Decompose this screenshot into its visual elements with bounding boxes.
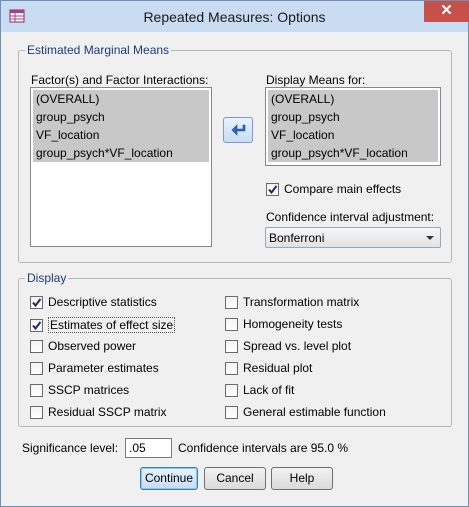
spread-vs-level-plot-box[interactable]: [225, 339, 238, 353]
lack-of-fit-label: Lack of fit: [243, 383, 295, 397]
estimates-of-effect-size-box[interactable]: [30, 318, 43, 332]
spread-vs-level-plot-checkbox[interactable]: Spread vs. level plot: [225, 339, 351, 353]
residual-plot-box[interactable]: [225, 361, 238, 375]
chevron-down-icon: [426, 236, 434, 240]
descriptive-statistics-checkbox[interactable]: Descriptive statistics: [30, 295, 157, 309]
factor-list-item[interactable]: (OVERALL): [33, 90, 209, 108]
residual-plot-checkbox[interactable]: Residual plot: [225, 361, 312, 375]
observed-power-checkbox[interactable]: Observed power: [30, 339, 136, 353]
parameter-estimates-box[interactable]: [30, 361, 43, 375]
display-means-listbox[interactable]: (OVERALL) group_psych VF_location group_psy…: [265, 87, 441, 166]
help-button[interactable]: Help: [271, 467, 333, 490]
parameter-estimates-checkbox[interactable]: Parameter estimates: [30, 361, 159, 375]
homogeneity-tests-label: Homogeneity tests: [243, 317, 343, 331]
descriptive-statistics-label: Descriptive statistics: [48, 295, 157, 309]
sscp-matrices-checkbox[interactable]: SSCP matrices: [30, 383, 129, 397]
estimates-of-effect-size-label: Estimates of effect size: [48, 317, 176, 333]
compare-main-effects-box[interactable]: [266, 182, 279, 196]
display-legend: Display: [27, 271, 67, 285]
compare-main-effects-label: Compare main effects: [284, 182, 402, 196]
continue-button[interactable]: Continue: [140, 467, 198, 490]
display-means-label: Display Means for:: [266, 73, 366, 87]
general-estimable-function-label: General estimable function: [243, 405, 386, 419]
residual-sscp-matrix-label: Residual SSCP matrix: [48, 405, 167, 419]
general-estimable-function-checkbox[interactable]: General estimable function: [225, 405, 386, 419]
descriptive-statistics-box[interactable]: [30, 295, 43, 309]
ci-adjustment-label: Confidence interval adjustment:: [266, 210, 435, 224]
homogeneity-tests-checkbox[interactable]: Homogeneity tests: [225, 317, 342, 331]
significance-label: Significance level:: [22, 441, 119, 455]
transformation-matrix-box[interactable]: [225, 295, 238, 309]
display-means-list-item[interactable]: group_psych: [268, 108, 438, 126]
residual-sscp-matrix-checkbox[interactable]: Residual SSCP matrix: [30, 405, 167, 419]
factors-label: Factor(s) and Factor Interactions:: [31, 73, 209, 87]
homogeneity-tests-box[interactable]: [225, 317, 238, 331]
display-means-list-item[interactable]: VF_location: [268, 126, 438, 144]
general-estimable-function-box[interactable]: [225, 405, 238, 419]
spread-vs-level-plot-label: Spread vs. level plot: [243, 339, 352, 353]
lack-of-fit-box[interactable]: [225, 383, 238, 397]
estimates-of-effect-size-checkbox[interactable]: Estimates of effect size: [30, 317, 176, 333]
ci-text: Confidence intervals are 95.0 %: [178, 441, 349, 455]
residual-plot-label: Residual plot: [243, 361, 313, 375]
observed-power-box[interactable]: [30, 339, 43, 353]
observed-power-label: Observed power: [48, 339, 137, 353]
factor-list-item[interactable]: group_psych: [33, 108, 209, 126]
factor-list-item[interactable]: VF_location: [33, 126, 209, 144]
checkmark-icon: [268, 184, 278, 194]
ci-adjustment-value: Bonferroni: [269, 231, 325, 245]
close-button[interactable]: ✕: [424, 1, 469, 22]
transformation-matrix-label: Transformation matrix: [243, 295, 360, 309]
factors-listbox[interactable]: (OVERALL) group_psych VF_location group_psy…: [30, 87, 212, 247]
sscp-matrices-label: SSCP matrices: [48, 383, 130, 397]
arrow-left-icon: [231, 124, 246, 136]
display-means-list-item[interactable]: (OVERALL): [268, 90, 438, 108]
options-dialog: Repeated Measures: Options ✕ Estimated M…: [0, 0, 469, 507]
display-means-list-item[interactable]: group_psych*VF_location: [268, 144, 438, 162]
sscp-matrices-box[interactable]: [30, 383, 43, 397]
significance-input[interactable]: [125, 438, 172, 458]
checkmark-icon: [32, 297, 42, 307]
title-bar[interactable]: Repeated Measures: Options ✕: [1, 1, 469, 32]
transformation-matrix-checkbox[interactable]: Transformation matrix: [225, 295, 359, 309]
cancel-button[interactable]: Cancel: [204, 467, 266, 490]
residual-sscp-matrix-box[interactable]: [30, 405, 43, 419]
parameter-estimates-label: Parameter estimates: [48, 361, 159, 375]
factor-list-item[interactable]: group_psych*VF_location: [33, 144, 209, 162]
lack-of-fit-checkbox[interactable]: Lack of fit: [225, 383, 294, 397]
ci-adjustment-select[interactable]: Bonferroni: [265, 227, 441, 248]
window-title: Repeated Measures: Options: [143, 9, 326, 25]
move-to-display-button[interactable]: [223, 117, 253, 143]
compare-main-effects-checkbox[interactable]: Compare main effects: [266, 182, 401, 196]
emm-legend: Estimated Marginal Means: [27, 43, 170, 57]
checkmark-icon: [32, 320, 42, 330]
